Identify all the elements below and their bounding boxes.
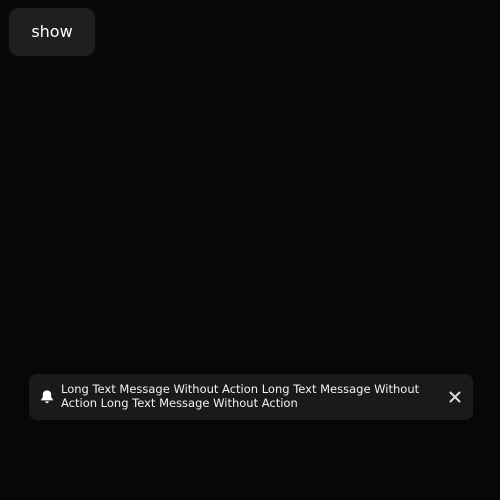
toast-close-button[interactable] (445, 387, 465, 407)
notification-toast: Long Text Message Without Action Long Te… (29, 374, 473, 420)
toast-message: Long Text Message Without Action Long Te… (61, 382, 420, 410)
show-button[interactable]: show (9, 8, 95, 56)
close-icon (445, 387, 465, 407)
app-canvas: show Long Text Message Without Action Lo… (0, 0, 500, 500)
